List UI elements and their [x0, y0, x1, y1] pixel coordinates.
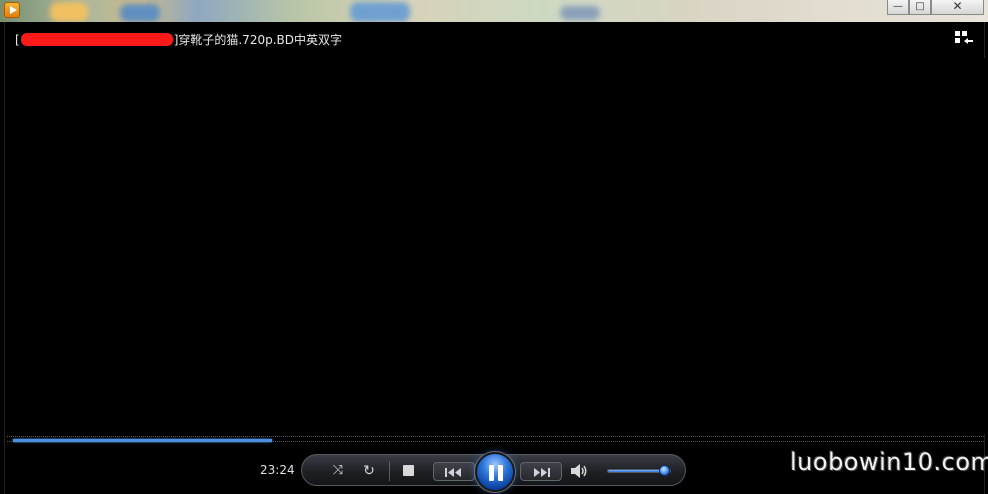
- maximize-button[interactable]: □: [909, 0, 931, 15]
- background-blur: [560, 6, 600, 20]
- switch-to-library-icon[interactable]: [955, 31, 973, 47]
- previous-button[interactable]: [433, 462, 475, 481]
- volume-slider-handle[interactable]: [659, 465, 670, 476]
- playback-controls: ⤨ ↻: [301, 452, 686, 492]
- next-icon: [534, 468, 550, 477]
- media-player: [ ]穿靴子的猫.720p.BD中英双字 23:24 ⤨ ↻: [4, 22, 986, 494]
- pause-icon: [489, 465, 494, 481]
- seek-bar-progress: [13, 439, 272, 442]
- repeat-icon[interactable]: ↻: [361, 463, 377, 479]
- media-player-icon: [4, 2, 20, 18]
- window-titlebar[interactable]: — □ ✕: [0, 0, 988, 22]
- redaction-mark: [20, 33, 173, 46]
- divider: [389, 461, 390, 481]
- stop-icon[interactable]: [403, 465, 414, 476]
- previous-icon: [445, 468, 461, 477]
- volume-slider-fill: [608, 470, 666, 472]
- background-blur: [120, 4, 160, 22]
- video-title: [ ]穿靴子的猫.720p.BD中英双字: [15, 31, 342, 48]
- current-time: 23:24: [260, 463, 295, 477]
- video-area[interactable]: [5, 58, 986, 434]
- watermark: luobowin10.com: [790, 448, 988, 476]
- pause-button[interactable]: [475, 452, 515, 492]
- close-button[interactable]: ✕: [931, 0, 984, 15]
- background-blur: [350, 2, 410, 22]
- shuffle-icon[interactable]: ⤨: [330, 463, 346, 479]
- volume-icon[interactable]: [570, 463, 590, 479]
- next-button[interactable]: [520, 462, 562, 481]
- background-blur: [50, 2, 88, 22]
- minimize-button[interactable]: —: [887, 0, 909, 15]
- video-title-text: ]穿靴子的猫.720p.BD中英双字: [173, 33, 342, 47]
- video-title-prefix: [: [15, 33, 20, 47]
